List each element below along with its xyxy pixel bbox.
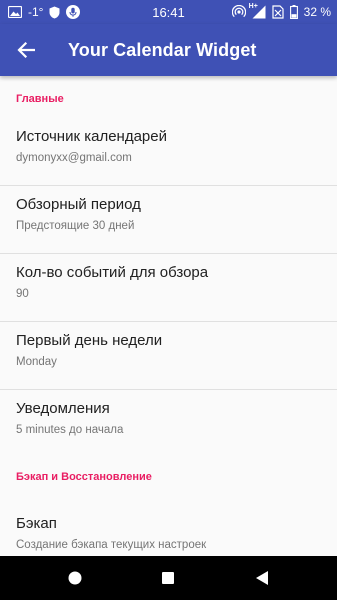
pref-summary: dymonyxx@gmail.com [16,152,132,164]
pref-notifications[interactable]: Уведомления 5 minutes до начала [0,390,337,458]
section-header-main: Главные [16,93,64,105]
pref-calendar-source[interactable]: Источник календарей dymonyxx@gmail.com [0,118,337,186]
settings-list[interactable]: Главные Источник календарей dymonyxx@gma… [0,76,337,556]
network-type-label: H+ [248,3,258,10]
back-button[interactable] [0,24,52,76]
section-header-backup: Бэкап и Восстановление [16,471,152,483]
pref-overview-period[interactable]: Обзорный период Предстоящие 30 дней [0,186,337,254]
recents-square-icon [162,572,174,584]
pref-title: Первый день недели [16,332,163,349]
pref-title: Уведомления [16,400,110,417]
navigation-bar [0,556,337,600]
battery-icon [289,5,298,19]
page-title: Your Calendar Widget [68,39,257,60]
cell-signal-icon: H+ [248,3,266,19]
app-bar: Your Calendar Widget [0,24,337,76]
pref-event-count[interactable]: Кол-во событий для обзора 90 [0,254,337,322]
status-bar: -1° 16:41 H+ 32 % [0,0,337,24]
pref-title: Бэкап [16,515,57,532]
hotspot-icon [231,5,246,19]
pref-summary: Предстоящие 30 дней [16,220,135,232]
nav-home-button[interactable] [50,556,100,600]
pref-summary: Monday [16,356,57,368]
status-right-icons: H+ 32 % [231,0,331,24]
pref-summary: 5 minutes до начала [16,424,124,436]
pref-first-day-of-week[interactable]: Первый день недели Monday [0,322,337,390]
home-circle-icon [68,571,82,585]
arrow-back-icon [17,41,35,59]
pref-title: Источник календарей [16,128,167,145]
pref-summary: Создание бэкапа текущих настроек [16,539,207,551]
battery-percent: 32 % [303,5,331,19]
pref-backup[interactable]: Бэкап Создание бэкапа текущих настроек [0,505,337,556]
nav-recents-button[interactable] [143,556,193,600]
no-sim-icon [272,5,284,19]
pref-title: Кол-во событий для обзора [16,264,209,281]
back-triangle-icon [256,571,268,585]
pref-summary: 90 [16,288,29,300]
pref-title: Обзорный период [16,196,141,213]
nav-back-button[interactable] [237,556,287,600]
